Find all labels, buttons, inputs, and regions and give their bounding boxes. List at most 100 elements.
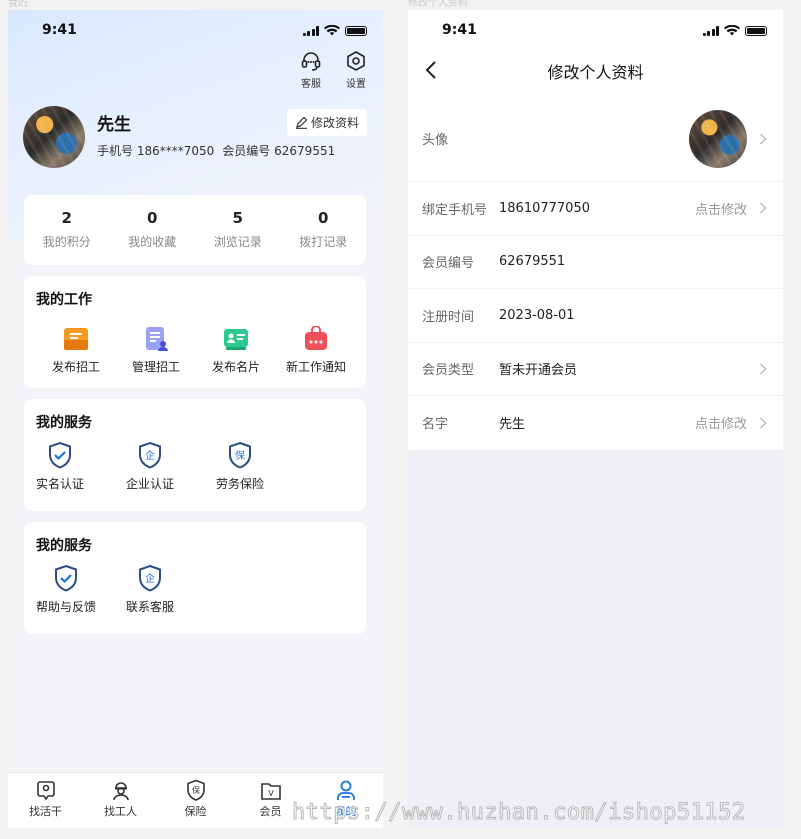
post-job-button[interactable]: 发布招工 [36, 326, 116, 375]
headset-icon [301, 52, 321, 71]
insurance-icon: 保 [186, 779, 205, 801]
manage-job-button[interactable]: 管理招工 [116, 326, 196, 375]
real-name-auth-label: 实名认证 [35, 477, 84, 491]
my-services-title: 我的服务 [36, 415, 92, 431]
job-notice-label: 新工作通知 [285, 360, 346, 374]
find-worker-icon [112, 782, 129, 801]
field-label: 头像 [422, 133, 449, 148]
member-no-value: 62679551 [274, 144, 336, 158]
edit-profile-button[interactable]: 修改资料 [286, 109, 367, 136]
tab-find-worker[interactable]: 找工人 [83, 773, 158, 828]
stat-calls[interactable]: 0 拨打记录 [281, 195, 367, 265]
shield-enterprise-icon: 企 [139, 441, 161, 469]
stat-value: 2 [61, 209, 72, 227]
shield-check-icon [55, 564, 77, 592]
mine-icon [336, 780, 355, 800]
field-label: 绑定手机号 [422, 202, 488, 218]
stat-label: 我的积分 [42, 235, 91, 249]
tab-label: 保险 [184, 805, 207, 818]
tab-label: 找工人 [104, 805, 137, 818]
page-title: 修改个人资料 [547, 63, 644, 82]
edit-phone-link[interactable]: 点击修改 [695, 199, 747, 218]
svg-text:V: V [268, 789, 274, 798]
business-card-icon [224, 329, 248, 350]
job-notice-button[interactable]: 新工作通知 [276, 326, 356, 375]
status-time: 9:41 [442, 22, 477, 38]
job-notice-icon [305, 326, 327, 350]
field-value: 暂未开通会员 [499, 363, 578, 379]
gear-icon [347, 51, 365, 71]
my-work-title: 我的工作 [36, 292, 92, 308]
profile-field-list: 头像 绑定手机号 18610777050 点击修改 会员编号 62679551 … [408, 96, 783, 450]
contact-support-button[interactable]: 企 联系客服 [110, 564, 190, 615]
my-services-card: 我的服务 实名认证 企 企业认证 保 劳务保险 [24, 399, 366, 511]
contact-support-label: 联系客服 [125, 600, 174, 614]
help-feedback-label: 帮助与反馈 [35, 600, 96, 614]
member-type-row[interactable]: 会员类型 暂未开通会员 [408, 343, 783, 396]
labor-insurance-label: 劳务保险 [215, 477, 264, 491]
my-work-card: 我的工作 发布招工 管理招工 发布名片 新工作通知 [24, 276, 366, 388]
nav-bar: 修改个人资料 [408, 50, 783, 90]
post-card-button[interactable]: 发布名片 [196, 326, 276, 375]
real-name-auth-button[interactable]: 实名认证 [20, 441, 100, 492]
artboard-label-mine: 我的 [8, 0, 28, 9]
tab-find-work[interactable]: 找活干 [8, 773, 83, 828]
my-services-card-2: 我的服务 帮助与反馈 企 联系客服 [24, 522, 366, 634]
labor-insurance-button[interactable]: 保 劳务保险 [200, 441, 280, 492]
settings-button[interactable]: 设置 [338, 50, 374, 90]
signal-icon [302, 25, 319, 36]
post-card-label: 发布名片 [211, 360, 260, 374]
chevron-right-icon [759, 132, 767, 145]
avatar[interactable] [689, 110, 747, 168]
stat-label: 浏览记录 [213, 235, 262, 249]
phone-row[interactable]: 绑定手机号 18610777050 点击修改 [408, 182, 783, 236]
edit-name-link[interactable]: 点击修改 [695, 413, 747, 432]
support-button[interactable]: 客服 [293, 50, 329, 90]
user-info: 手机号 186****7050 会员编号 62679551 [97, 142, 335, 159]
phone-value: 186****7050 [136, 144, 215, 158]
post-job-icon [64, 328, 88, 350]
field-label: 名字 [422, 417, 449, 433]
wifi-icon [724, 25, 740, 36]
member-no-label: 会员编号 [222, 144, 271, 158]
stat-points[interactable]: 2 我的积分 [24, 195, 110, 265]
avatar-row[interactable]: 头像 [408, 96, 783, 182]
edit-profile-screen: 9:41 修改个人资料 头像 绑定手机号 18610777050 点击修改 会员… [408, 10, 783, 828]
svg-text:保: 保 [192, 785, 200, 795]
phone-label: 手机号 [97, 144, 134, 158]
field-label: 注册时间 [422, 309, 475, 325]
stat-value: 5 [232, 209, 243, 227]
status-time: 9:41 [42, 22, 77, 38]
svg-text:企: 企 [145, 572, 155, 585]
stat-favorites[interactable]: 0 我的收藏 [110, 195, 196, 265]
help-feedback-button[interactable]: 帮助与反馈 [26, 564, 106, 615]
name-row[interactable]: 名字 先生 点击修改 [408, 396, 783, 450]
battery-icon [345, 25, 367, 36]
field-value: 2023-08-01 [499, 307, 575, 323]
stat-history[interactable]: 5 浏览记录 [195, 195, 281, 265]
enterprise-auth-label: 企业认证 [125, 477, 174, 491]
member-no-row: 会员编号 62679551 [408, 236, 783, 289]
edit-profile-label: 修改资料 [310, 116, 359, 130]
artboard-label-edit: 修改个人资料 [408, 0, 468, 9]
svg-text:保: 保 [235, 449, 245, 462]
post-job-label: 发布招工 [51, 360, 100, 374]
stat-label: 拨打记录 [299, 235, 348, 249]
battery-icon [745, 25, 767, 36]
chevron-right-icon [759, 417, 767, 429]
stat-label: 我的收藏 [128, 235, 177, 249]
avatar[interactable] [23, 106, 85, 168]
member-icon: V [260, 783, 281, 800]
settings-label: 设置 [346, 79, 366, 90]
field-value: 62679551 [499, 254, 566, 270]
field-value: 先生 [499, 417, 526, 433]
user-name: 先生 [97, 115, 131, 135]
field-value: 18610777050 [499, 200, 590, 216]
stats-card: 2 我的积分 0 我的收藏 5 浏览记录 0 拨打记录 [24, 195, 366, 265]
enterprise-auth-button[interactable]: 企 企业认证 [110, 441, 190, 492]
stat-value: 0 [318, 209, 329, 227]
status-bar: 9:41 [8, 10, 383, 50]
manage-job-icon [146, 327, 168, 351]
tab-label: 找活干 [29, 805, 62, 818]
tab-insurance[interactable]: 保 保险 [158, 773, 233, 828]
